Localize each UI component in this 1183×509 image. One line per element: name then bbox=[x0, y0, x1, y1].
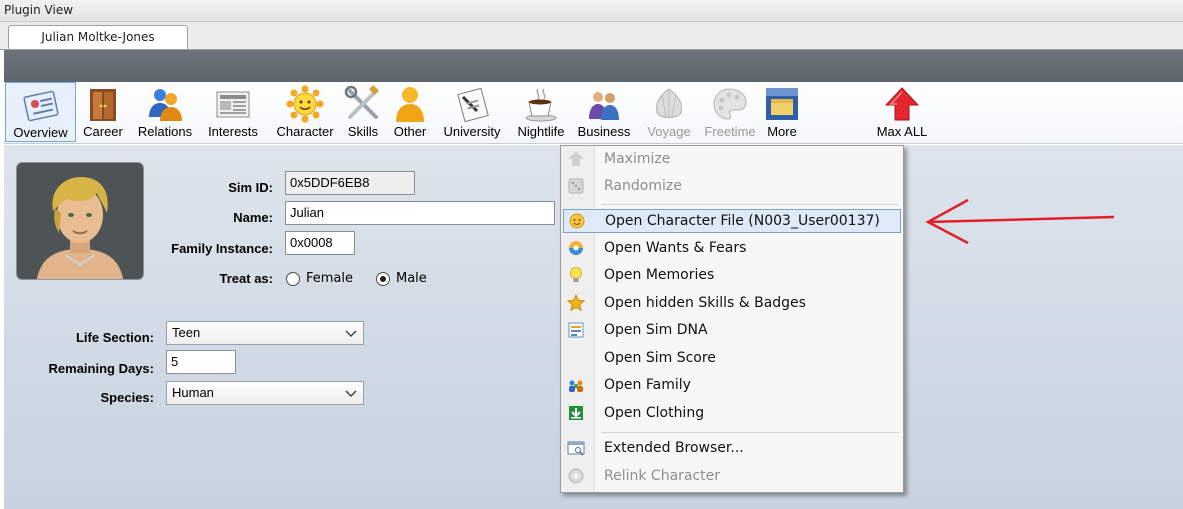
family-icon bbox=[569, 380, 583, 392]
toolbar-voyage-button[interactable]: Voyage bbox=[640, 82, 698, 142]
menu-item-open-clothing[interactable]: Open Clothing bbox=[563, 402, 901, 426]
toolbar-interests-button[interactable]: Interests bbox=[202, 82, 264, 142]
family-instance-label: Family Instance: bbox=[171, 241, 273, 256]
treat-as-label: Treat as: bbox=[219, 271, 273, 286]
toolbar-overview-button[interactable]: Overview bbox=[5, 82, 76, 142]
sim-portrait-image bbox=[17, 163, 143, 279]
overview-card-icon bbox=[22, 90, 59, 122]
sim-portrait bbox=[16, 162, 144, 280]
randomize-dice-icon bbox=[568, 178, 584, 194]
relations-people-icon bbox=[149, 89, 182, 121]
menu-item-extended-browser[interactable]: Extended Browser... bbox=[563, 437, 901, 461]
toolbar-max-all-button[interactable]: Max ALL bbox=[870, 82, 934, 142]
interests-newspaper-icon bbox=[216, 91, 250, 118]
menu-item-open-hidden-skills-badges[interactable]: Open hidden Skills & Badges bbox=[563, 292, 901, 316]
wants-fears-icon bbox=[569, 241, 583, 255]
species-value: Human bbox=[172, 385, 214, 400]
context-menu: Maximize Randomize Open Character File (… bbox=[560, 145, 904, 493]
menu-item-open-sim-score[interactable]: Open Sim Score bbox=[563, 347, 901, 371]
browser-window-icon bbox=[567, 441, 585, 456]
remaining-days-label: Remaining Days: bbox=[48, 361, 154, 376]
sim-id-field[interactable]: 0x5DDF6EB8 bbox=[285, 171, 415, 195]
toolbar-business-button[interactable]: Business bbox=[574, 82, 634, 142]
menu-separator bbox=[601, 204, 899, 205]
relink-icon bbox=[568, 468, 584, 484]
max-all-arrow-icon bbox=[884, 87, 920, 121]
menu-item-open-memories[interactable]: Open Memories bbox=[563, 264, 901, 288]
species-dropdown[interactable]: Human bbox=[166, 381, 364, 405]
toolbar-relations-button[interactable]: Relations bbox=[132, 82, 198, 142]
toolbar-freetime-button[interactable]: Freetime bbox=[700, 82, 760, 142]
annotation-arrow-icon bbox=[925, 198, 1115, 245]
header-band bbox=[4, 50, 1183, 82]
tab-strip: Julian Moltke-Jones bbox=[0, 22, 1183, 50]
maximize-arrow-icon bbox=[568, 151, 584, 166]
toolbar-character-button[interactable]: Character bbox=[270, 82, 340, 142]
life-section-label: Life Section: bbox=[75, 330, 154, 345]
female-radio[interactable]: Female bbox=[286, 271, 353, 286]
character-file-icon bbox=[569, 213, 585, 229]
character-sun-icon bbox=[286, 85, 324, 123]
chevron-down-icon bbox=[345, 330, 357, 338]
menu-item-open-character-file[interactable]: Open Character File (N003_User00137) bbox=[563, 209, 901, 233]
menu-separator bbox=[601, 432, 899, 433]
toolbar-other-button[interactable]: Other bbox=[390, 82, 430, 142]
species-label: Species: bbox=[100, 390, 154, 405]
family-instance-field[interactable]: 0x0008 bbox=[285, 231, 355, 255]
sim-dna-icon bbox=[568, 322, 584, 338]
voyage-shell-icon bbox=[656, 88, 682, 118]
tab-sim[interactable]: Julian Moltke-Jones bbox=[8, 25, 188, 49]
sim-id-label: Sim ID: bbox=[228, 180, 273, 195]
life-section-dropdown[interactable]: Teen bbox=[166, 321, 364, 345]
window-title: Plugin View bbox=[4, 3, 74, 17]
clothing-download-icon bbox=[569, 406, 583, 420]
male-radio-label: Male bbox=[396, 271, 427, 286]
toolbar: Overview Career Relations Interests Char… bbox=[4, 82, 1183, 144]
other-person-icon bbox=[396, 87, 424, 122]
menu-item-maximize[interactable]: Maximize bbox=[563, 148, 901, 172]
business-people-icon bbox=[589, 92, 619, 120]
memories-lightbulb-icon bbox=[570, 267, 582, 282]
more-folder-icon bbox=[766, 88, 798, 120]
toolbar-skills-button[interactable]: Skills bbox=[344, 82, 382, 142]
freetime-palette-icon bbox=[713, 88, 747, 120]
star-icon bbox=[567, 294, 585, 312]
menu-item-open-sim-dna[interactable]: Open Sim DNA bbox=[563, 319, 901, 343]
toolbar-nightlife-button[interactable]: Nightlife bbox=[513, 82, 569, 142]
career-door-icon bbox=[90, 89, 116, 121]
life-section-value: Teen bbox=[172, 325, 201, 340]
menu-item-relink-character[interactable]: Relink Character bbox=[563, 465, 901, 489]
name-field[interactable]: Julian bbox=[285, 201, 555, 225]
toolbar-more-button[interactable]: More bbox=[762, 82, 802, 142]
skills-tools-icon bbox=[344, 85, 379, 119]
university-diploma-icon bbox=[457, 87, 489, 123]
female-radio-label: Female bbox=[306, 271, 354, 286]
toolbar-career-button[interactable]: Career bbox=[78, 82, 128, 142]
menu-item-open-wants-fears[interactable]: Open Wants & Fears bbox=[563, 237, 901, 261]
menu-item-randomize[interactable]: Randomize bbox=[563, 175, 901, 199]
menu-item-open-family[interactable]: Open Family bbox=[563, 374, 901, 398]
window-title-bar: Plugin View bbox=[0, 0, 1183, 22]
nightlife-cup-icon bbox=[525, 88, 557, 122]
name-label: Name: bbox=[233, 210, 273, 225]
male-radio-circle[interactable] bbox=[376, 271, 390, 286]
remaining-days-field[interactable]: 5 bbox=[166, 350, 236, 374]
male-radio[interactable]: Male bbox=[376, 271, 427, 286]
chevron-down-icon bbox=[345, 390, 357, 398]
toolbar-university-button[interactable]: University bbox=[437, 82, 507, 142]
female-radio-circle[interactable] bbox=[286, 271, 300, 286]
